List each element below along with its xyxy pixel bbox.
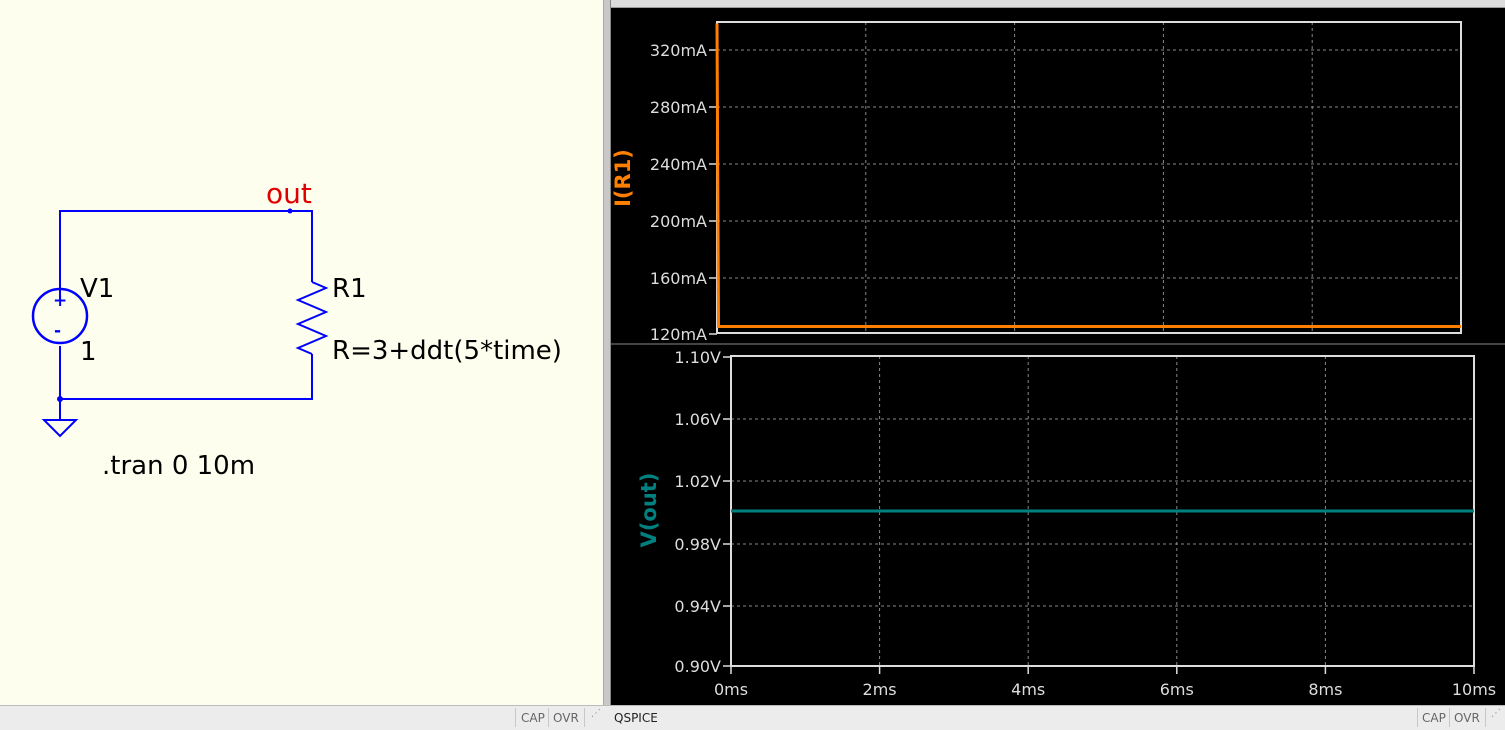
svg-text:+: + (53, 291, 67, 311)
trace-label[interactable]: V(out) (637, 473, 661, 548)
x-tick-label: 8ms (1308, 680, 1342, 699)
y-tick-label: 0.94V (674, 597, 721, 616)
resize-grip-icon[interactable]: ⋰ (591, 709, 601, 726)
y-tick-label: 120mA (650, 325, 707, 344)
y-tick-label: 200mA (650, 212, 707, 231)
status-separator (1417, 708, 1418, 727)
y-tick-label: 320mA (650, 41, 707, 60)
ground-icon[interactable] (41, 419, 79, 438)
waveform-trace[interactable] (715, 23, 1461, 328)
x-tick-label: 2ms (863, 680, 897, 699)
schematic-canvas[interactable]: + - out V1 1 R1 R=3+ddt(5*time) .tran 0 … (0, 0, 603, 705)
cap-indicator: CAP (1422, 711, 1446, 725)
resistor-r1[interactable] (295, 281, 329, 355)
y-tick-label: 1.06V (674, 410, 721, 429)
y-tick-label: 0.98V (674, 535, 721, 554)
pane-splitter[interactable] (603, 0, 611, 705)
plot-frame[interactable] (716, 21, 1462, 334)
wire-bottom[interactable] (59, 346, 313, 400)
resistor-name[interactable]: R1 (332, 274, 367, 304)
status-separator (1449, 708, 1450, 727)
resistor-value[interactable]: R=3+ddt(5*time) (332, 336, 562, 366)
y-tick-label: 240mA (650, 155, 707, 174)
ovr-indicator: OVR (553, 711, 579, 725)
cap-indicator: CAP (521, 711, 545, 725)
y-tick-label: 280mA (650, 98, 707, 117)
x-tick-label: 0ms (714, 680, 748, 699)
svg-text:-: - (54, 321, 61, 341)
y-tick-label: 0.90V (674, 657, 721, 676)
source-name[interactable]: V1 (80, 274, 114, 304)
x-tick-label: 10ms (1452, 680, 1496, 699)
waveform-toolbar (611, 0, 1505, 8)
net-label-out[interactable]: out (266, 177, 312, 210)
junction-dot (57, 396, 63, 402)
schematic-editor[interactable]: + - out V1 1 R1 R=3+ddt(5*time) .tran 0 … (0, 0, 603, 705)
source-value[interactable]: 1 (80, 337, 97, 367)
voltage-source-v1[interactable]: + - (31, 287, 89, 345)
y-tick-label: 1.02V (674, 472, 721, 491)
status-separator (1485, 708, 1486, 727)
resize-grip-icon[interactable]: ⋰ (1491, 709, 1501, 726)
y-tick-label: 160mA (650, 269, 707, 288)
status-separator (548, 708, 549, 727)
tran-directive[interactable]: .tran 0 10m (102, 451, 255, 481)
waveform-canvas[interactable]: 320mA 280mA 240mA 200mA 160mA 120mA I(R1) 1.10V… (611, 0, 1505, 705)
ovr-indicator: OVR (1454, 711, 1480, 725)
trace-label[interactable]: I(R1) (611, 149, 635, 207)
x-tick-label: 4ms (1011, 680, 1045, 699)
x-tick-label: 6ms (1160, 680, 1194, 699)
app-name: QSPICE (614, 711, 658, 725)
waveform-status-bar: QSPICE CAP OVR ⋰ (607, 705, 1505, 730)
status-separator (584, 708, 585, 727)
status-separator (515, 708, 516, 727)
y-tick-label: 1.10V (674, 348, 721, 367)
waveform-viewer[interactable]: 320mA 280mA 240mA 200mA 160mA 120mA I(R1) 1.10V… (611, 0, 1505, 705)
schematic-status-bar: CAP OVR ⋰ (0, 705, 607, 730)
